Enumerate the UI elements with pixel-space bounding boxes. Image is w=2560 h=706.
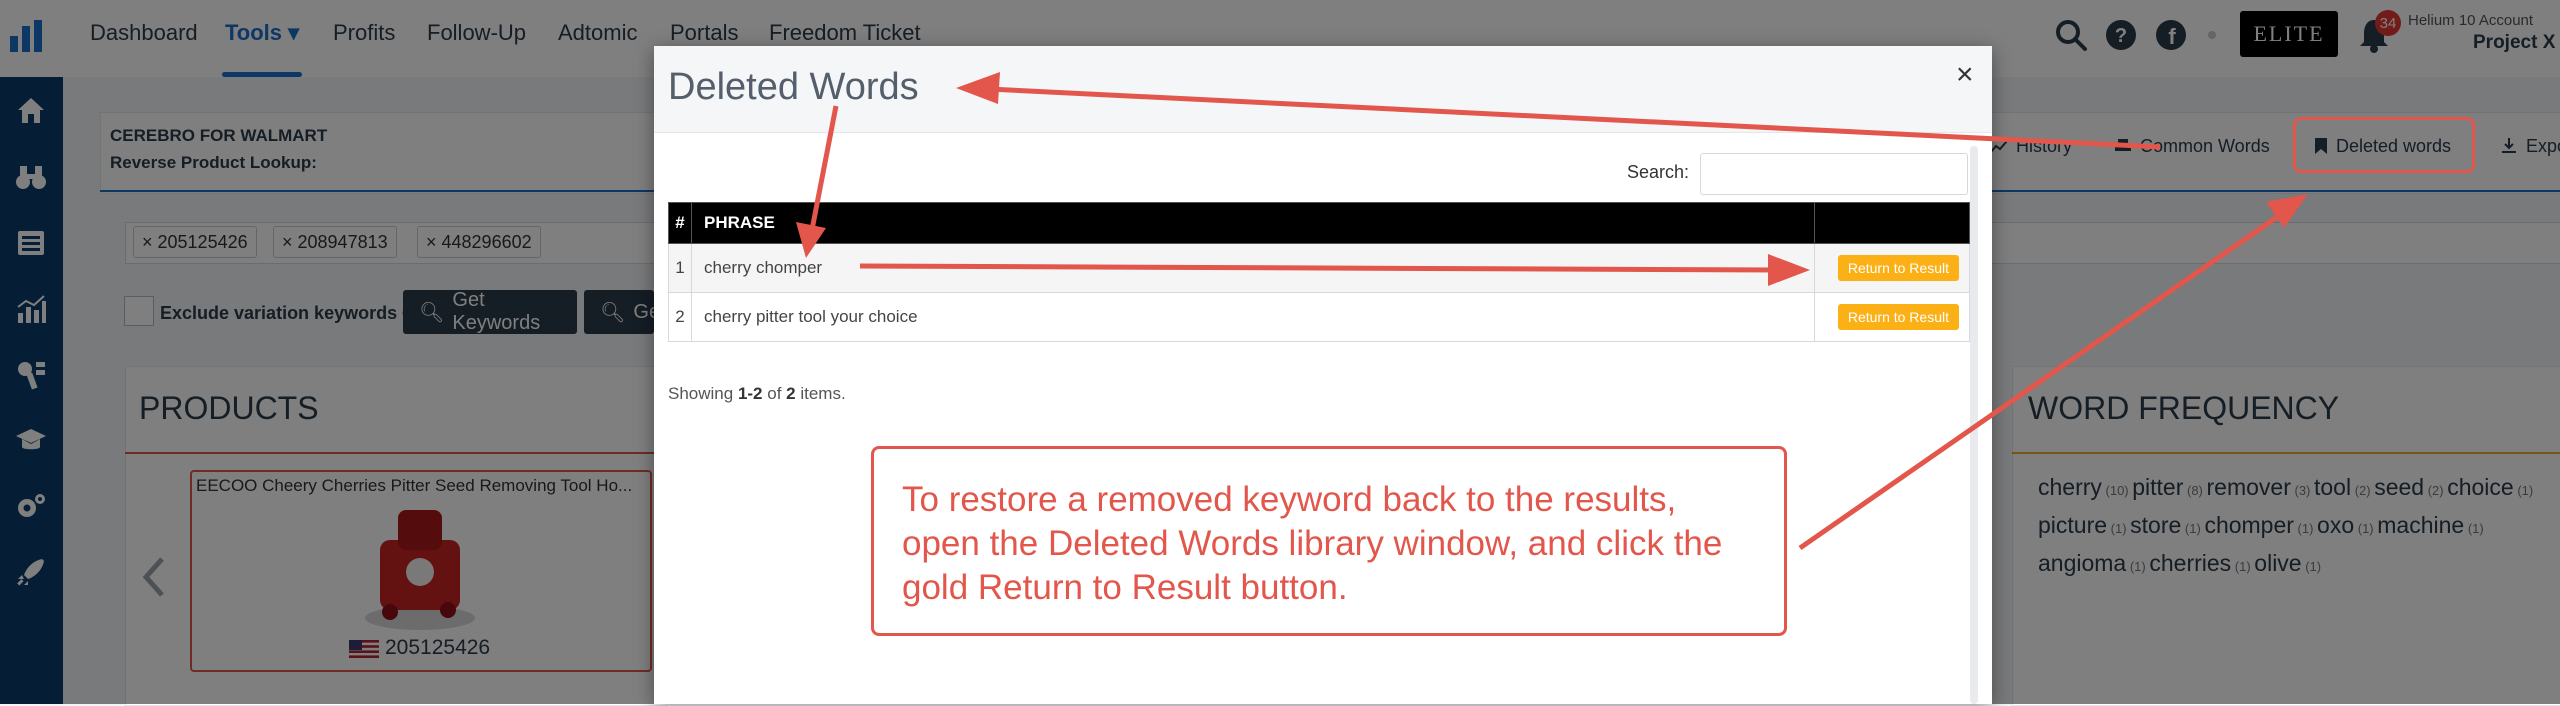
row-action-cell: Return to Result (1814, 292, 1970, 342)
row-number: 2 (668, 292, 692, 342)
modal-title: Deleted Words (668, 66, 919, 108)
summary-prefix: Showing (668, 384, 738, 403)
summary-range: 1-2 (737, 384, 763, 403)
summary-mid: of (762, 384, 787, 403)
column-header-phrase[interactable]: PHRASE (691, 202, 1815, 244)
deleted-words-highlight-box (2293, 117, 2475, 173)
row-phrase: cherry chomper (691, 243, 1815, 293)
search-input[interactable] (1700, 153, 1968, 195)
table-row: 1 cherry chomper Return to Result (668, 243, 1970, 293)
close-icon[interactable]: × (1956, 58, 1974, 92)
summary-total: 2 (786, 384, 796, 403)
pagination-summary: Showing 1-2 of 2 items. (668, 384, 846, 404)
annotation-callout-text: To restore a removed keyword back to the… (902, 480, 1723, 607)
deleted-words-table: # PHRASE 1 cherry chomper Return to Resu… (668, 202, 1970, 342)
column-header-number[interactable]: # (668, 202, 692, 244)
search-label: Search: (1627, 162, 1690, 182)
row-phrase: cherry pitter tool your choice (691, 292, 1815, 342)
summary-suffix: items. (795, 384, 846, 403)
return-to-result-button[interactable]: Return to Result (1837, 304, 1959, 330)
column-header-actions (1814, 202, 1970, 244)
row-action-cell: Return to Result (1814, 243, 1970, 293)
table-header-row: # PHRASE (668, 202, 1970, 244)
row-number: 1 (668, 243, 692, 293)
return-to-result-button[interactable]: Return to Result (1837, 255, 1959, 281)
modal-header: Deleted Words × (654, 46, 1992, 133)
table-row: 2 cherry pitter tool your choice Return … (668, 292, 1970, 342)
modal-scrollbar[interactable] (1970, 146, 1978, 704)
